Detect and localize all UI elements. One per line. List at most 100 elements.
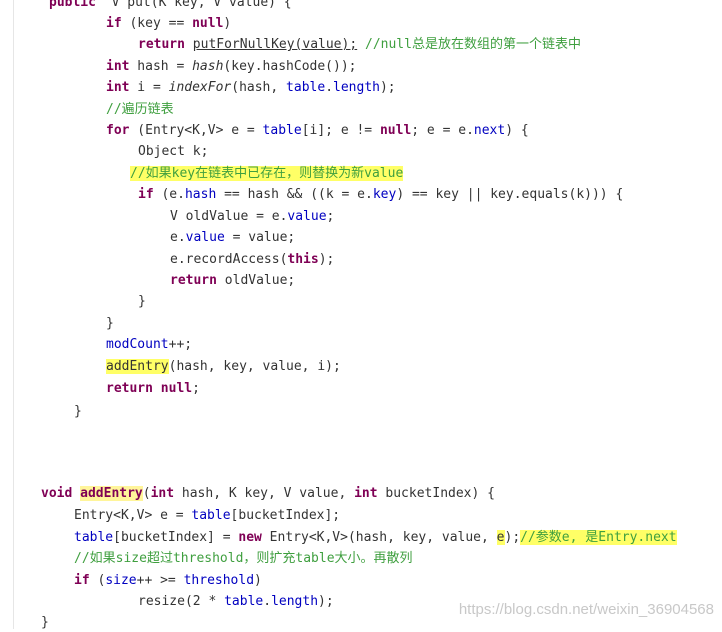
code-token: ( bbox=[89, 573, 106, 588]
code-line: int i = indexFor(hash, table.length); bbox=[106, 79, 396, 97]
code-token: } bbox=[138, 294, 146, 309]
code-token: e. bbox=[170, 230, 186, 245]
code-token: if bbox=[106, 16, 122, 31]
code-token: Entry<K,V> e = bbox=[74, 508, 192, 523]
code-line: table[bucketIndex] = new Entry<K,V>(hash… bbox=[74, 529, 677, 547]
code-token: table bbox=[74, 530, 114, 545]
code-token: } bbox=[74, 404, 82, 419]
code-token: [bucketIndex] = bbox=[113, 530, 239, 545]
code-token: (key.hashCode()); bbox=[223, 59, 357, 74]
code-token: putForNullKey(value); bbox=[192, 37, 358, 52]
code-token: int bbox=[150, 486, 175, 501]
code-token: ) { bbox=[505, 123, 529, 138]
code-token: if bbox=[74, 573, 90, 588]
code-token: value bbox=[287, 209, 327, 224]
code-comment: //如果size超过threshold，则扩充table大小。再散列 bbox=[74, 551, 413, 566]
code-token: table bbox=[224, 594, 264, 609]
code-token: for bbox=[106, 123, 130, 138]
code-token: size bbox=[105, 573, 137, 588]
code-line: } bbox=[138, 293, 146, 311]
code-line: resize(2 * table.length); bbox=[138, 593, 334, 611]
code-token: table bbox=[262, 123, 302, 138]
code-token: Entry<K,V>(hash, key, value, bbox=[261, 530, 497, 545]
code-line: return null; bbox=[106, 380, 200, 398]
code-token: hash = bbox=[129, 59, 193, 74]
code-token: addEntry bbox=[106, 359, 169, 374]
code-token: (hash, bbox=[231, 80, 287, 95]
code-line: Object k; bbox=[138, 143, 208, 161]
code-token: new bbox=[238, 530, 262, 545]
code-line: //如果key在链表中已存在，则替换为新value bbox=[130, 165, 404, 183]
watermark: https://blog.csdn.net/weixin_36904568 bbox=[458, 601, 714, 618]
code-line: return putForNullKey(value); //null总是放在数… bbox=[138, 36, 581, 54]
code-token: length bbox=[333, 80, 380, 95]
code-token: . bbox=[325, 80, 334, 95]
code-line: } bbox=[74, 403, 82, 421]
code-token: null bbox=[379, 123, 412, 138]
code-token: } bbox=[41, 615, 49, 630]
left-border bbox=[13, 0, 14, 629]
code-token: ) == key || key.equals(k))) { bbox=[396, 187, 624, 202]
code-line: if (size++ >= threshold) bbox=[74, 572, 262, 590]
code-line: if (key == null) bbox=[106, 15, 231, 33]
code-token: oldValue; bbox=[216, 273, 296, 288]
code-token: e.recordAccess( bbox=[170, 252, 288, 267]
code-token: ; e = e. bbox=[411, 123, 474, 138]
code-line: modCount++; bbox=[106, 336, 192, 354]
code-line: //如果size超过threshold，则扩充table大小。再散列 bbox=[74, 550, 413, 568]
code-token: ); bbox=[318, 252, 335, 267]
code-comment: //遍历链表 bbox=[106, 102, 174, 117]
code-token: indexFor bbox=[168, 80, 232, 95]
code-token: ); bbox=[318, 594, 334, 609]
code-token: table bbox=[191, 508, 231, 523]
code-token: V put(K key, V value) { bbox=[95, 0, 292, 10]
code-token: if bbox=[138, 187, 154, 202]
code-token: value bbox=[185, 230, 225, 245]
code-line: addEntry(hash, key, value, i); bbox=[106, 358, 341, 376]
code-token: public bbox=[49, 0, 96, 10]
code-token: hash bbox=[184, 187, 217, 202]
code-token: ) bbox=[223, 16, 232, 31]
code-line: int hash = hash(key.hashCode()); bbox=[106, 58, 356, 76]
code-token: ; bbox=[192, 381, 200, 396]
code-token: ++ >= bbox=[136, 573, 184, 588]
code-token: ++; bbox=[168, 337, 193, 352]
code-token: ) bbox=[254, 573, 262, 588]
code-token: [i]; e != bbox=[301, 123, 380, 138]
code-token: return bbox=[170, 273, 217, 288]
code-line: for (Entry<K,V> e = table[i]; e != null;… bbox=[106, 122, 529, 140]
code-token: (Entry<K,V> e = bbox=[129, 123, 263, 138]
code-token: int bbox=[106, 59, 130, 74]
code-token: return bbox=[106, 381, 153, 396]
code-line: return oldValue; bbox=[170, 272, 295, 290]
code-token: threshold bbox=[183, 573, 255, 588]
code-token: Object k; bbox=[138, 144, 209, 159]
code-token: = value; bbox=[224, 230, 296, 245]
code-token: key bbox=[372, 187, 397, 202]
code-line: //遍历链表 bbox=[106, 101, 174, 119]
code-token: null bbox=[192, 16, 224, 31]
code-comment: //null总是放在数组的第一个链表中 bbox=[365, 37, 581, 52]
code-token: e bbox=[496, 530, 505, 545]
code-token: V oldValue = e. bbox=[170, 209, 288, 224]
code-token: ; bbox=[326, 209, 335, 224]
code-line: if (e.hash == hash && ((k = e.key) == ke… bbox=[138, 186, 623, 204]
code-token: next bbox=[473, 123, 506, 138]
code-token: } bbox=[106, 316, 114, 331]
code-token: hash, K key, V value, bbox=[174, 486, 355, 501]
code-token: addEntry bbox=[80, 486, 143, 501]
code-token: ); bbox=[379, 80, 396, 95]
code-token: (key == bbox=[121, 16, 193, 31]
code-token: null bbox=[160, 381, 193, 396]
code-comment: //参数e, 是Entry.next bbox=[520, 530, 677, 545]
code-token: (hash, key, value, i); bbox=[168, 359, 341, 374]
code-line: V oldValue = e.value; bbox=[170, 208, 334, 226]
code-token: return bbox=[138, 37, 185, 52]
code-token: ); bbox=[504, 530, 521, 545]
code-line: } bbox=[106, 315, 114, 333]
code-token: int bbox=[106, 80, 130, 95]
code-line: Entry<K,V> e = table[bucketIndex]; bbox=[74, 507, 340, 525]
